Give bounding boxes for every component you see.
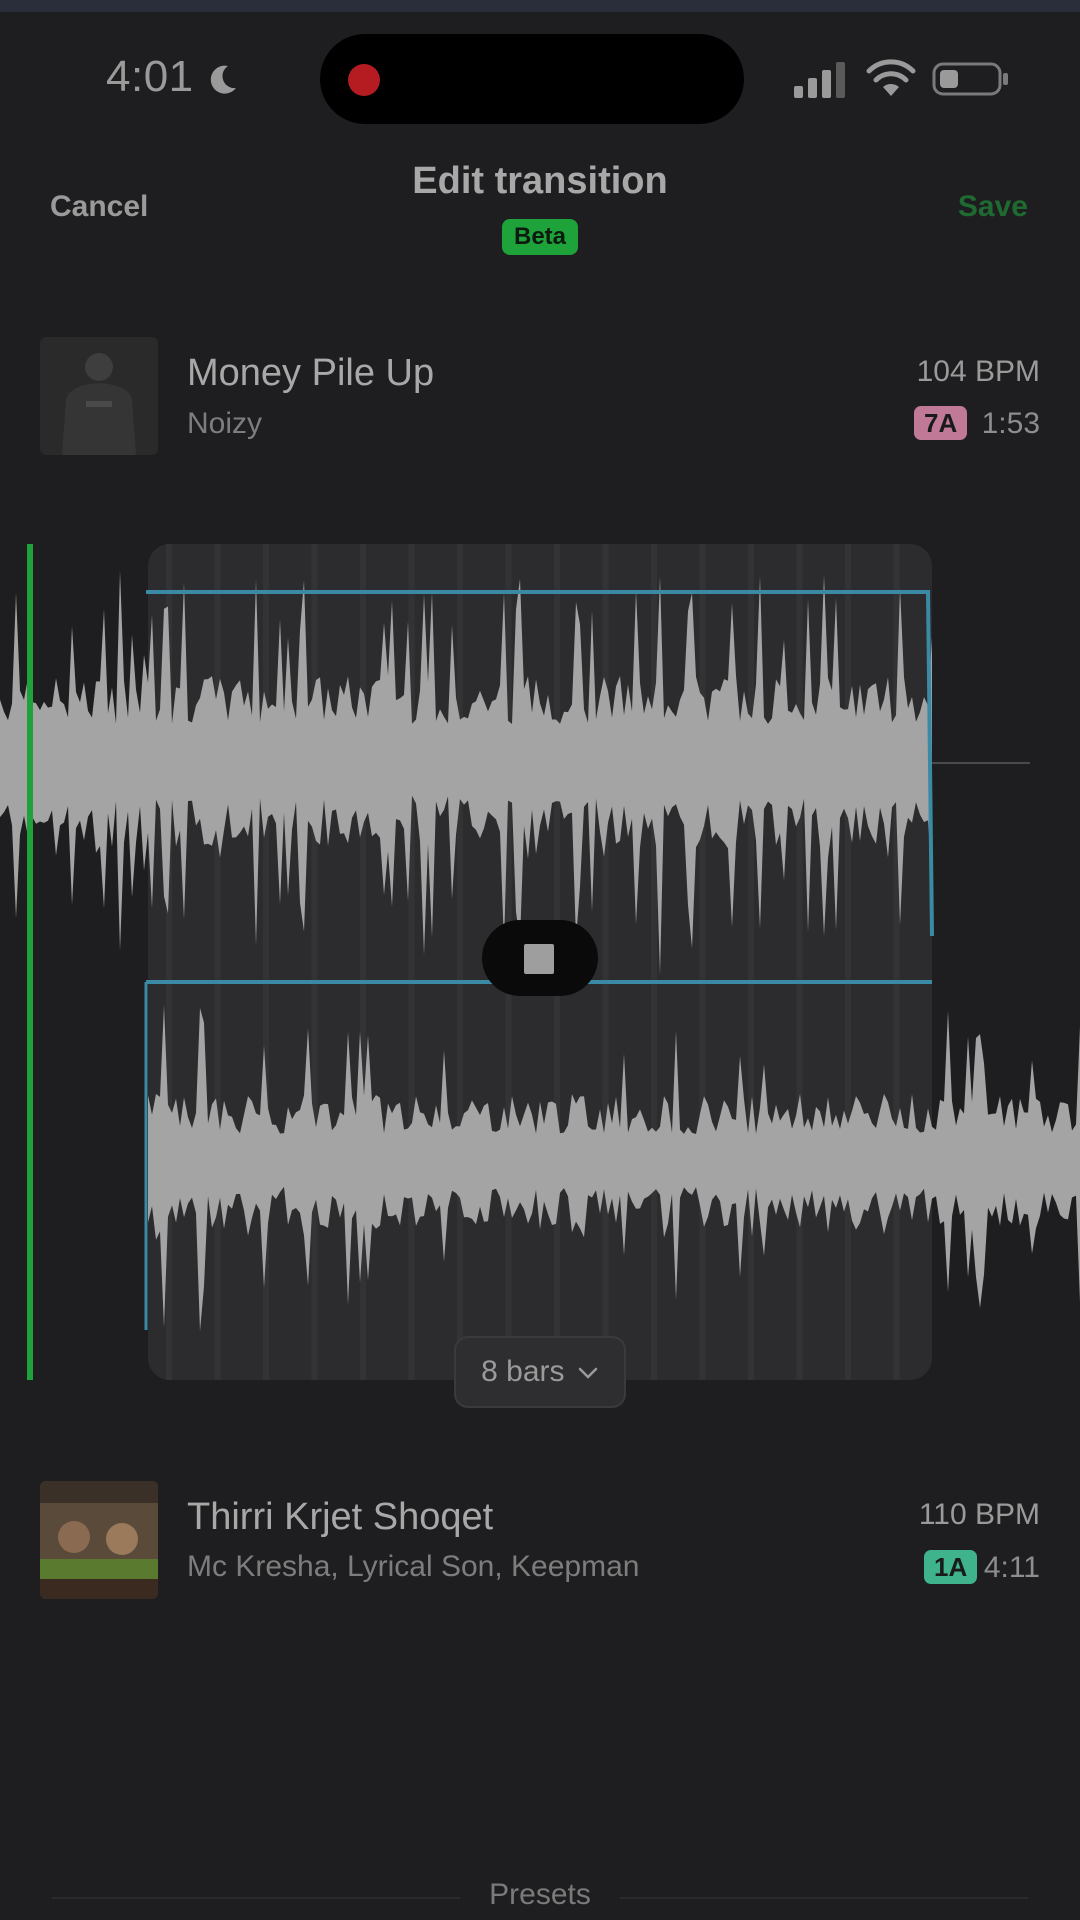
track-b-artist: Mc Kresha, Lyrical Son, Keepman (187, 1550, 640, 1583)
track-a-artwork (40, 337, 158, 455)
wifi-icon (866, 59, 916, 96)
beat-grid-line (214, 544, 221, 1380)
playhead-marker (27, 544, 33, 1380)
track-a-key-badge: 7A (914, 406, 968, 440)
page-title: Edit transition (412, 160, 668, 202)
chevron-down-icon (578, 1367, 598, 1379)
cellular-signal-icon (794, 62, 845, 98)
beat-grid-line (311, 544, 318, 1380)
recording-indicator-icon (348, 64, 380, 96)
track-b-bpm: 110 BPM (918, 1498, 1040, 1531)
beat-grid-line (748, 544, 754, 1380)
top-strip (0, 0, 1080, 12)
stop-button[interactable] (482, 920, 598, 996)
screen: 4:01 Cancel Edit transition Beta Save Mo… (0, 0, 1080, 1920)
bars-length-label: 8 bars (481, 1355, 565, 1388)
bars-length-dropdown[interactable]: 8 bars (454, 1336, 626, 1408)
battery-icon (932, 62, 1008, 96)
track-a-title: Money Pile Up (187, 352, 435, 394)
beta-badge: Beta (502, 219, 578, 255)
beat-grid-line (651, 544, 657, 1380)
track-b-artwork (40, 1481, 158, 1599)
beat-grid-line (699, 544, 706, 1380)
beat-grid-line (602, 544, 609, 1380)
track-b-key-badge: 1A (924, 1550, 978, 1584)
track-a-bpm: 104 BPM (916, 355, 1040, 388)
beat-grid-line (845, 544, 851, 1380)
track-a-artist: Noizy (187, 407, 263, 440)
track-b-title: Thirri Krjet Shoqet (187, 1496, 494, 1538)
track-a-duration: 1:53 (981, 407, 1040, 440)
track-b-duration: 4:11 (983, 1551, 1040, 1584)
save-button[interactable]: Save (958, 190, 1028, 224)
presets-tab[interactable]: Presets (460, 1878, 620, 1912)
status-time: 4:01 (106, 52, 194, 101)
dynamic-island (320, 34, 744, 124)
beat-grid-line (796, 544, 803, 1380)
moon-icon (210, 65, 236, 94)
beat-grid-line (457, 544, 463, 1380)
stop-icon (524, 944, 554, 974)
